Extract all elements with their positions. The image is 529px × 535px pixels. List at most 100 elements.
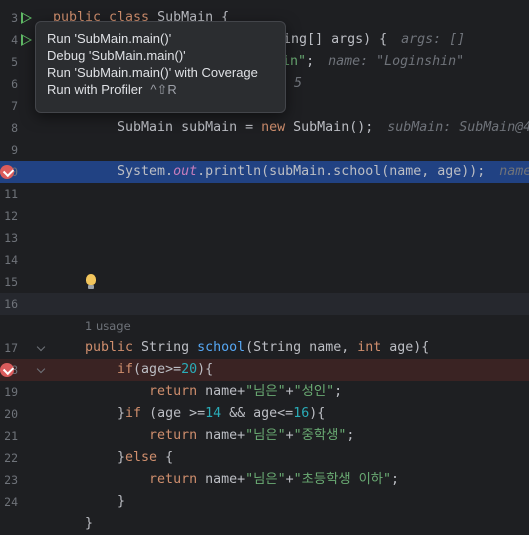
line-number: 17 <box>4 341 18 355</box>
inline-debug-hint: name: "Loginshin" <box>328 54 465 69</box>
editor-line[interactable]: 13 <box>0 227 529 249</box>
menu-item-debug[interactable]: Debug 'SubMain.main()' <box>47 47 186 64</box>
code-token: ; <box>334 384 343 399</box>
code-token: "님은" <box>245 428 286 443</box>
code-text[interactable]: SubMain subMain = new SubMain(); subMain:… <box>85 117 529 139</box>
editor-line[interactable]: 19 return name+"님은"+"성인"; <box>0 381 529 403</box>
code-text[interactable]: return name+"님은"+"중학생"; <box>85 425 529 447</box>
code-token: "성인" <box>293 384 335 399</box>
run-gutter-icon[interactable] <box>21 12 32 24</box>
editor-line[interactable]: 1 usage <box>0 315 529 337</box>
code-token: ; <box>346 428 355 443</box>
menu-item-run-with-profiler[interactable]: Run with Profiler ^⇧R <box>47 81 177 98</box>
code-token: } <box>85 450 126 465</box>
editor-line[interactable]: 17 public String school(String name, int … <box>0 337 529 359</box>
code-token: new <box>261 120 294 135</box>
line-number: 9 <box>11 143 18 157</box>
editor-line[interactable]: 8 SubMain subMain = new SubMain(); subMai… <box>0 117 529 139</box>
usage-hint[interactable]: 1 usage <box>85 315 131 337</box>
breakpoint-icon[interactable] <box>0 165 14 179</box>
editor-line[interactable]: 9 <box>0 139 529 161</box>
editor-line[interactable]: 21 return name+"님은"+"중학생"; <box>0 425 529 447</box>
code-text[interactable]: } <box>85 491 529 513</box>
fold-chevron-icon[interactable] <box>36 364 46 374</box>
profiler-shortcut: ^⇧R <box>150 82 177 97</box>
editor-line[interactable]: } <box>0 513 529 535</box>
breakpoint-icon[interactable] <box>0 363 14 377</box>
code-token: && age<= <box>229 406 294 421</box>
code-token: return <box>149 428 206 443</box>
editor-line[interactable]: 20 }if (age >=14 && age<=16){ <box>0 403 529 425</box>
line-number: 4 <box>11 33 18 47</box>
code-token: if <box>117 362 134 377</box>
code-token: age){ <box>389 340 430 355</box>
code-token: school <box>197 340 246 355</box>
line-number: 13 <box>4 231 18 245</box>
code-text[interactable] <box>53 271 529 293</box>
editor-line[interactable]: 10 System.out.println(subMain.school(nam… <box>0 161 529 183</box>
editor-line[interactable]: 24 } <box>0 491 529 513</box>
line-number: 7 <box>11 99 18 113</box>
menu-item-run-with-coverage[interactable]: Run 'SubMain.main()' with Coverage <box>47 64 258 81</box>
code-token: ){ <box>309 406 326 421</box>
inline-debug-hint: name: <box>499 164 529 179</box>
fold-chevron-icon[interactable] <box>36 342 46 352</box>
editor-line[interactable]: 22 }else { <box>0 447 529 469</box>
line-number: 6 <box>11 77 18 91</box>
line-number: 11 <box>4 187 18 201</box>
line-number: 20 <box>4 407 18 421</box>
editor-line[interactable]: 14 <box>0 249 529 271</box>
editor-line[interactable]: 11 <box>0 183 529 205</box>
run-gutter-icon[interactable] <box>21 34 32 46</box>
menu-item-run[interactable]: Run 'SubMain.main()' <box>47 30 171 47</box>
code-token: public <box>85 340 142 355</box>
code-token: ; <box>391 472 400 487</box>
code-token: SubMain subMain = <box>85 120 262 135</box>
code-text[interactable]: System.out.println(subMain.school(name, … <box>85 161 529 183</box>
code-text[interactable]: public String school(String name, int ag… <box>85 337 529 359</box>
code-text[interactable] <box>53 227 529 249</box>
code-token: "님은" <box>245 384 286 399</box>
editor-line[interactable]: 16 <box>0 293 529 315</box>
code-token: "초등학생 이하" <box>293 472 392 487</box>
editor-line[interactable]: 23 return name+"님은"+"초등학생 이하"; <box>0 469 529 491</box>
code-text[interactable]: }if (age >=14 && age<=16){ <box>85 403 529 425</box>
code-text[interactable]: 5 <box>280 73 529 95</box>
code-token: { <box>165 450 174 465</box>
lightbulb-icon[interactable] <box>86 274 96 289</box>
code-text[interactable]: if(age>=20){ <box>85 359 529 381</box>
code-text[interactable]: return name+"님은"+"성인"; <box>85 381 529 403</box>
code-token: SubMain(); <box>293 120 374 135</box>
code-text[interactable]: } <box>85 513 529 535</box>
code-text[interactable]: return name+"님은"+"초등학생 이하"; <box>85 469 529 491</box>
code-token: } <box>85 406 126 421</box>
editor-line[interactable]: 18 if(age>=20){ <box>0 359 529 381</box>
line-number: 14 <box>4 253 18 267</box>
code-token: out <box>173 164 198 179</box>
code-text[interactable] <box>53 183 529 205</box>
code-text[interactable]: in"; name: "Loginshin" <box>250 51 529 73</box>
code-text[interactable]: }else { <box>85 447 529 469</box>
editor-line[interactable]: 15 <box>0 271 529 293</box>
code-text[interactable] <box>53 249 529 271</box>
code-text[interactable] <box>53 293 529 315</box>
line-number: 12 <box>4 209 18 223</box>
line-number: 21 <box>4 429 18 443</box>
line-number: 16 <box>4 297 18 311</box>
code-token: return <box>149 384 206 399</box>
editor-line[interactable]: 12 <box>0 205 529 227</box>
code-token: name+ <box>205 384 246 399</box>
code-token: + <box>285 384 294 399</box>
code-text[interactable] <box>53 205 529 227</box>
code-text[interactable] <box>85 139 529 161</box>
code-token: ; <box>306 54 315 69</box>
code-token: ){ <box>197 362 214 377</box>
code-token: return <box>149 472 206 487</box>
code-token: else <box>125 450 166 465</box>
code-token: + <box>285 428 294 443</box>
code-token: String <box>141 340 198 355</box>
